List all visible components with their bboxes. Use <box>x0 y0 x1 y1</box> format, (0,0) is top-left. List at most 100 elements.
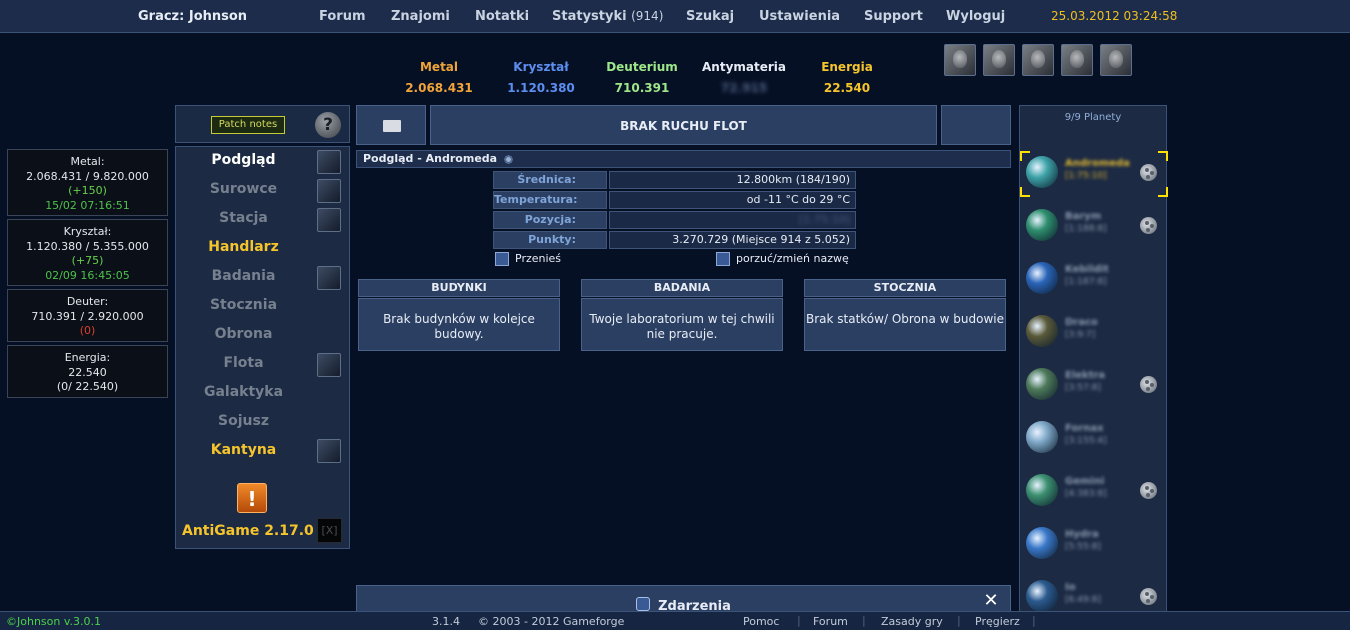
resource-antimatter-label[interactable]: Antymateria <box>694 60 794 74</box>
moon-icon[interactable] <box>1140 217 1157 234</box>
menu-item-alliance[interactable]: Sojusz <box>176 413 311 429</box>
deuterium-storage-box: Deuter: 710.391 / 2.920.000 (0) <box>7 289 168 342</box>
resource-energy-label[interactable]: Energia <box>797 60 897 74</box>
fleet-shortcut-icon[interactable] <box>317 353 341 377</box>
footer-link-rules[interactable]: Zasady gry <box>881 615 943 628</box>
moon-icon[interactable] <box>1140 482 1157 499</box>
footer-divider: | <box>1032 614 1036 627</box>
planet-item[interactable]: Gemini [4:383:8] <box>1024 469 1164 513</box>
close-icon[interactable]: ✕ <box>983 592 999 610</box>
planet-image[interactable] <box>1026 209 1058 241</box>
points-value: 3.270.729 (Miejsce 914 z 5.052) <box>609 231 856 249</box>
planet-image[interactable] <box>1026 368 1058 400</box>
nav-forum[interactable]: Forum <box>319 9 366 24</box>
fleet-status[interactable]: BRAK RUCHU FLOT <box>430 105 937 145</box>
planet-item[interactable]: Fornax [3:155:4] <box>1024 416 1164 460</box>
overview-shortcut-icon[interactable] <box>317 150 341 174</box>
messages-button[interactable] <box>356 105 426 145</box>
planet-item[interactable]: Barym [1:188:8] <box>1024 204 1164 248</box>
moon-icon[interactable] <box>1140 588 1157 605</box>
patch-notes-button[interactable]: Patch notes <box>211 116 285 134</box>
footer-divider: | <box>957 614 961 627</box>
antigame-close-button[interactable]: [X] <box>317 518 342 543</box>
nav-search[interactable]: Szukaj <box>686 9 734 24</box>
antigame-label[interactable]: AntiGame 2.17.0 <box>182 523 314 539</box>
menu-item-fleet[interactable]: Flota <box>176 355 311 371</box>
nav-notes[interactable]: Notatki <box>475 9 529 24</box>
planet-list: 9/9 Planety Andromeda [1:75:10] Barym [1:18… <box>1019 105 1168 615</box>
menu-item-defense[interactable]: Obrona <box>176 326 311 342</box>
planet-coords: [5:55:8] <box>1065 542 1101 552</box>
position-coords[interactable]: [1:75:10] <box>799 213 850 226</box>
resource-metal-label[interactable]: Metal <box>389 60 489 74</box>
relocate-link[interactable]: Przenieś <box>495 252 561 266</box>
officer-engineer-icon[interactable] <box>1022 44 1054 76</box>
moon-icon[interactable] <box>1140 164 1157 181</box>
planet-item[interactable]: Kebildit [1:187:8] <box>1024 257 1164 301</box>
rename-link[interactable]: porzuć/zmień nazwę <box>716 252 849 266</box>
planet-image[interactable] <box>1026 156 1058 188</box>
rename-label: porzuć/zmień nazwę <box>736 252 849 265</box>
menu-item-merchant[interactable]: Handlarz <box>176 239 311 255</box>
planet-image[interactable] <box>1026 262 1058 294</box>
planet-image[interactable] <box>1026 315 1058 347</box>
nav-support[interactable]: Support <box>864 9 923 24</box>
planet-item[interactable]: Elektra [3:57:8] <box>1024 363 1164 407</box>
fleet-status-extra <box>941 105 1011 145</box>
menu-item-shipyard[interactable]: Stocznia <box>176 297 311 313</box>
planet-coords: [4:383:8] <box>1065 489 1107 499</box>
crystal-storage-box: Kryształ: 1.120.380 / 5.355.000 (+75) 02… <box>7 219 168 286</box>
officer-technocrat-icon[interactable] <box>1100 44 1132 76</box>
selection-corner <box>1020 151 1030 161</box>
planet-image[interactable] <box>1026 474 1058 506</box>
station-shortcut-icon[interactable] <box>317 208 341 232</box>
script-version[interactable]: ©Johnson v.3.0.1 <box>6 615 101 628</box>
settings-gear-icon[interactable] <box>503 153 515 165</box>
research-queue-text: Twoje laboratorium w tej chwili nie prac… <box>581 298 783 351</box>
planet-item[interactable]: Draco [3:9:7] <box>1024 310 1164 354</box>
moon-icon[interactable] <box>1140 376 1157 393</box>
nav-settings[interactable]: Ustawienia <box>759 9 840 24</box>
deuterium-production: (0) <box>79 324 96 337</box>
menu-item-resources[interactable]: Surowce <box>176 181 311 197</box>
metal-full-time: 15/02 07:16:51 <box>45 198 130 212</box>
menu-item-overview[interactable]: Podgląd <box>176 152 311 168</box>
cantina-shortcut-icon[interactable] <box>317 439 341 463</box>
footer-link-help[interactable]: Pomoc <box>743 615 779 628</box>
help-icon[interactable]: ? <box>315 112 341 138</box>
planet-item[interactable]: Hydra [5:55:8] <box>1024 522 1164 566</box>
temperature-value: od -11 °C do 29 °C <box>609 191 856 209</box>
planet-item[interactable]: Andromeda [1:75:10] <box>1020 151 1168 197</box>
planet-image[interactable] <box>1026 421 1058 453</box>
buildings-queue-header: BUDYNKI <box>358 279 560 297</box>
temperature-label: Temperatura: <box>493 191 607 209</box>
alert-icon[interactable]: ! <box>237 483 267 513</box>
footer-link-pillory[interactable]: Pręgierz <box>975 615 1020 628</box>
refresh-icon[interactable] <box>636 597 651 611</box>
resources-shortcut-icon[interactable] <box>317 179 341 203</box>
nav-statistics[interactable]: Statystyki (914) <box>552 9 663 24</box>
officer-commander-icon[interactable] <box>944 44 976 76</box>
resource-deuterium-label[interactable]: Deuterium <box>592 60 692 74</box>
deuterium-storage-label: Deuter: <box>66 295 109 308</box>
menu-item-station[interactable]: Stacja <box>176 210 311 226</box>
menu-item-research[interactable]: Badania <box>176 268 311 284</box>
energy-label: Energia: <box>64 351 111 364</box>
research-shortcut-icon[interactable] <box>317 266 341 290</box>
nav-logout[interactable]: Wyloguj <box>946 9 1005 24</box>
game-version[interactable]: 3.1.4 <box>432 615 460 628</box>
planet-name: Draco <box>1065 317 1098 328</box>
planet-image[interactable] <box>1026 580 1058 612</box>
footer-link-forum[interactable]: Forum <box>813 615 848 628</box>
officer-geologist-icon[interactable] <box>1061 44 1093 76</box>
officer-admiral-icon[interactable] <box>983 44 1015 76</box>
nav-friends[interactable]: Znajomi <box>391 9 450 24</box>
menu-item-galaxy[interactable]: Galaktyka <box>176 384 311 400</box>
resource-crystal-label[interactable]: Kryształ <box>491 60 591 74</box>
menu-item-cantina[interactable]: Kantyna <box>176 442 311 458</box>
planet-coords: [1:187:8] <box>1065 277 1107 287</box>
shipyard-queue-text: Brak statków/ Obrona w budowie <box>804 298 1006 351</box>
planet-image[interactable] <box>1026 527 1058 559</box>
shipyard-queue-header: STOCZNIA <box>804 279 1006 297</box>
selection-corner <box>1158 151 1168 161</box>
